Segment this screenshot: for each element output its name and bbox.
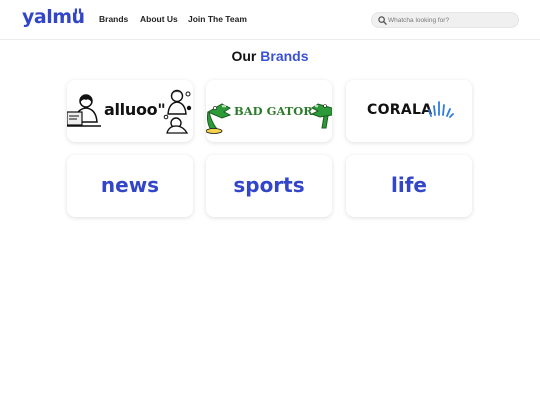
brand-card-life[interactable]: life <box>346 155 472 217</box>
gator-left-icon <box>206 103 232 134</box>
brand-card-corala[interactable]: CORALA <box>346 80 472 142</box>
alluoo-right-illustration-icon <box>163 89 192 134</box>
brand-label-news: news <box>100 173 160 197</box>
nav-brands[interactable]: Brands <box>99 14 128 24</box>
brand-card-sports[interactable]: sports <box>206 155 332 217</box>
page-title: Our Brands <box>0 48 540 64</box>
search-icon <box>378 16 387 25</box>
alluoo-left-illustration-icon <box>67 94 101 127</box>
brand-card-bad-gator[interactable]: BAD GATOR <box>206 80 332 142</box>
nav-join-the-team[interactable]: Join The Team <box>188 14 247 24</box>
brand-card-alluoo[interactable]: alluoo" <box>67 80 193 142</box>
search-box[interactable] <box>371 12 519 28</box>
nav-about-us[interactable]: About Us <box>140 14 178 24</box>
logo-quote-mark: " <box>73 5 83 27</box>
corala-wordmark: CORALA <box>367 102 433 118</box>
brand-card-news[interactable]: news <box>67 155 193 217</box>
title-prefix: Our <box>231 48 257 64</box>
brand-label-sports: sports <box>233 173 305 197</box>
alluoo-wordmark: alluoo" <box>104 100 166 119</box>
gator-right-icon <box>310 103 332 129</box>
brand-label-life: life <box>391 173 427 197</box>
site-header: yalmu " Brands About Us Join The Team <box>0 0 540 40</box>
search-input[interactable] <box>388 13 514 27</box>
title-accent: Brands <box>260 48 309 64</box>
bad-gator-wordmark: BAD GATOR <box>234 104 313 118</box>
corala-rays-icon <box>428 101 454 118</box>
